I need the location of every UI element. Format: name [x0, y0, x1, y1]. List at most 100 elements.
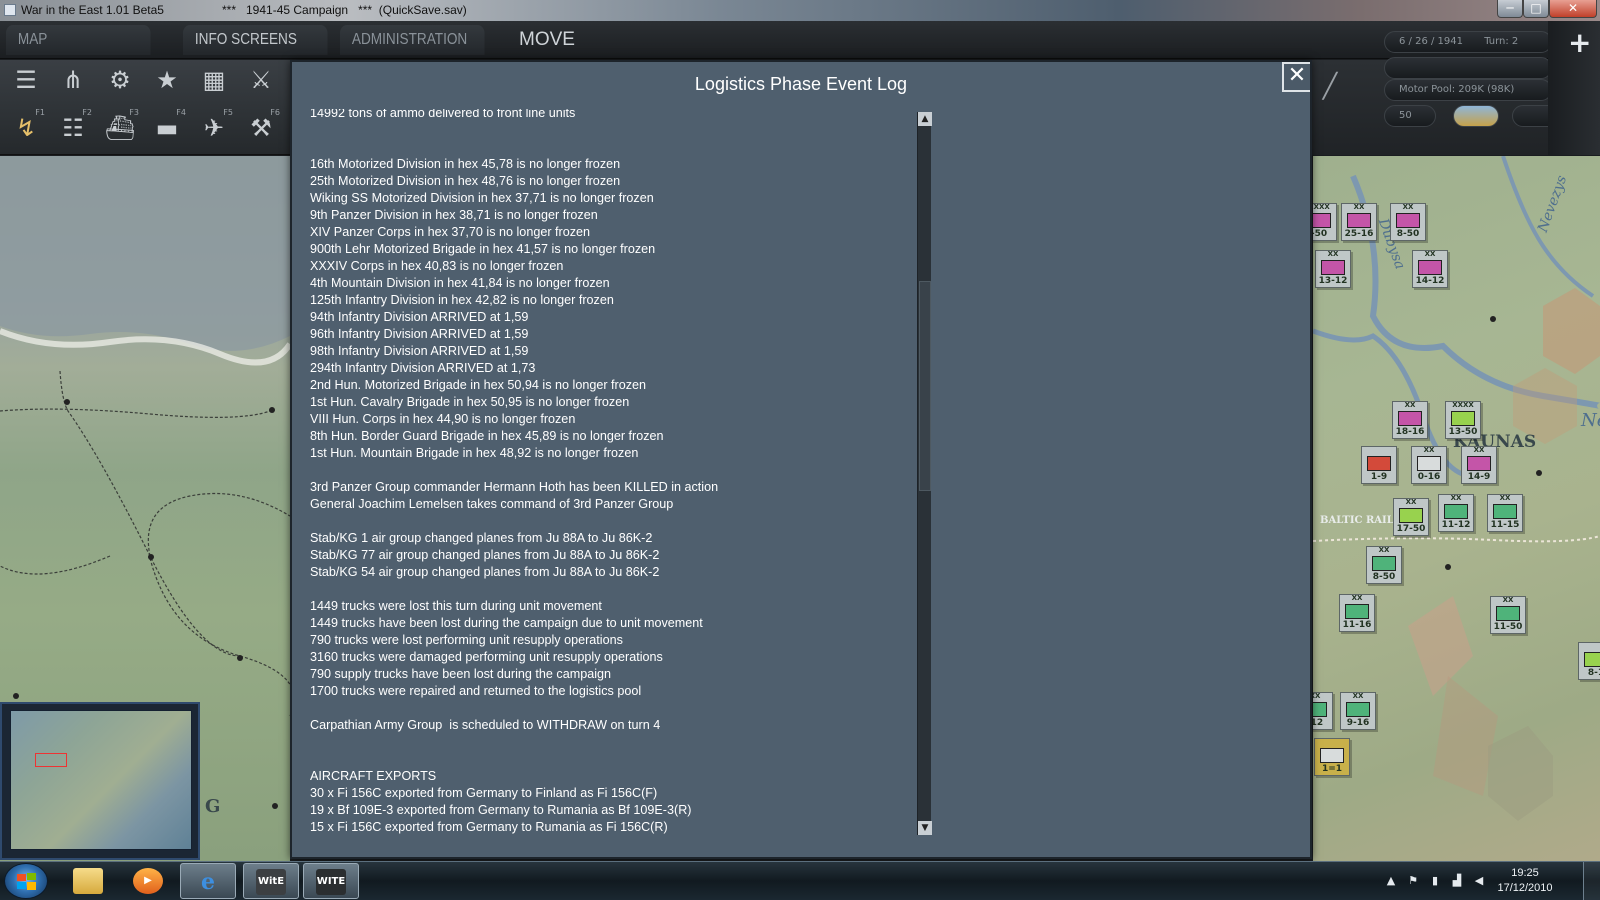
air-icon[interactable]: ▬ F4: [147, 108, 187, 146]
log-entry: 1449 trucks have been lost during the ca…: [310, 616, 703, 630]
game-label: WITE: [316, 869, 346, 895]
unit-echelon: XX: [1313, 692, 1321, 700]
unit-strength: 8-1: [1587, 668, 1600, 678]
tab-administration[interactable]: ADMINISTRATION: [340, 25, 485, 55]
rail-icon[interactable]: ☷ F2: [53, 108, 93, 146]
unit-echelon: XX: [1402, 203, 1414, 211]
unit-sliders-icon[interactable]: ⋔: [53, 62, 93, 98]
system-clock[interactable]: 19:25 17/12/2010: [1490, 866, 1560, 896]
log-blank-line: [310, 581, 900, 598]
zoom-in-icon[interactable]: +: [1568, 29, 1591, 57]
unit-counter[interactable]: 8-1: [1578, 642, 1600, 680]
log-entry: 4th Mountain Division in hex 41,84 is no…: [310, 276, 610, 290]
witw-launcher-icon[interactable]: WitE: [243, 863, 299, 899]
air-transport-icon[interactable]: ✈ F5: [194, 108, 234, 146]
zoom-bar[interactable]: +: [1548, 21, 1600, 155]
event-log-viewport[interactable]: 14992 tons of ammo delivered to front li…: [310, 109, 900, 844]
window-close-button[interactable]: ✕: [1549, 0, 1597, 18]
action-center-flag-icon[interactable]: ⚑: [1406, 875, 1420, 887]
infantry-icon: [1584, 652, 1600, 667]
value-readout: 50: [1384, 105, 1436, 127]
unit-counter[interactable]: XX 11-50: [1490, 596, 1526, 634]
log-entry: 3160 trucks were damaged performing unit…: [310, 650, 663, 664]
show-desktop-button[interactable]: [1583, 862, 1600, 900]
unit-counter[interactable]: XX 14-9: [1461, 446, 1497, 484]
combat-icon[interactable]: ⚔: [241, 62, 281, 98]
minimap-terrain: [10, 710, 192, 850]
unit-counter[interactable]: XX 11-15: [1487, 494, 1523, 532]
window-title-campaign: *** 1941-45 Campaign *** (QuickSave.sav): [222, 3, 467, 17]
network-icon[interactable]: ▟: [1450, 875, 1464, 887]
unit-counter[interactable]: XX 8-50: [1390, 203, 1426, 241]
dialog-close-button[interactable]: ✕: [1282, 62, 1310, 92]
unit-counter[interactable]: XX 9-16: [1340, 692, 1376, 730]
unit-counter[interactable]: XX 25-16: [1341, 203, 1377, 241]
unit-counter[interactable]: XX 17-50: [1393, 498, 1429, 536]
unit-counter[interactable]: XXXX -50: [1313, 203, 1337, 241]
minimize-button[interactable]: ─: [1497, 0, 1523, 18]
layers-icon[interactable]: ☰: [6, 62, 46, 98]
volume-icon[interactable]: ◀: [1472, 875, 1486, 887]
unit-echelon: XX: [1405, 498, 1417, 506]
unit-counter[interactable]: XX 11-16: [1339, 594, 1375, 632]
unit-counter[interactable]: 1=1: [1314, 738, 1350, 776]
anchor-icon: [1417, 456, 1441, 471]
taskbar: ▶ e WitE WITE ▲ ⚑ ▮ ▟ ◀ 19:25 17/12/2010: [0, 861, 1600, 900]
unit-echelon: XXXX: [1313, 203, 1330, 211]
map-right-area[interactable]: KAUNAS BALTIC RAIL Dubysa Nevezys Ner XX…: [1313, 156, 1600, 861]
unit-counter[interactable]: XX 18-16: [1392, 401, 1428, 439]
turn-readout: Turn: 2: [1484, 36, 1519, 47]
log-entry: 1449 trucks were lost this turn during u…: [310, 599, 602, 613]
unit-counter[interactable]: XXXX 13-50: [1445, 401, 1481, 439]
naval-icon[interactable]: ⛴ F3: [100, 108, 140, 146]
dialog-title: Logistics Phase Event Log: [694, 74, 908, 94]
unit-strength: 14-9: [1467, 472, 1491, 482]
scroll-up-button[interactable]: ▲: [918, 112, 932, 126]
log-entry: Carpathian Army Group is scheduled to WI…: [310, 718, 661, 732]
unit-echelon: XX: [1404, 401, 1416, 409]
log-blank-line: [310, 751, 900, 768]
internet-explorer-icon[interactable]: e: [180, 863, 236, 899]
unit-strength: 1=1: [1321, 764, 1343, 774]
unit-counter[interactable]: XX 14-12: [1412, 250, 1448, 288]
unit-counter[interactable]: 1-9: [1361, 446, 1397, 484]
unit-counter[interactable]: XX 13-12: [1315, 250, 1351, 288]
tab-info-screens[interactable]: INFO SCREENS: [183, 25, 328, 55]
unit-echelon: XX: [1351, 594, 1363, 602]
unit-echelon: XX: [1327, 250, 1339, 258]
scroll-down-button[interactable]: ▼: [918, 821, 932, 835]
media-player-icon[interactable]: ▶: [120, 863, 176, 899]
infantry-icon: [1346, 702, 1370, 717]
pencil-icon[interactable]: ╱: [1310, 68, 1350, 104]
show-hidden-icons-icon[interactable]: ▲: [1384, 875, 1398, 887]
maximize-button[interactable]: □: [1523, 0, 1549, 18]
unit-counter[interactable]: XX 0-16: [1411, 446, 1447, 484]
log-scrollbar[interactable]: ▲ ▼: [917, 112, 932, 835]
star-icon[interactable]: ★: [147, 62, 187, 98]
minimap[interactable]: [0, 702, 200, 860]
power-icon[interactable]: ▮: [1428, 875, 1442, 887]
unit-counter[interactable]: XX 11-12: [1438, 494, 1474, 532]
weather-icon[interactable]: ▦: [194, 62, 234, 98]
supply-icon[interactable]: ⚒ F6: [241, 108, 281, 146]
log-entry: VIII Hun. Corps in hex 44,90 is no longe…: [310, 412, 576, 426]
unit-counter[interactable]: XX -12: [1313, 692, 1333, 730]
gear-icon[interactable]: ⚙: [100, 62, 140, 98]
f1-key-label: F1: [35, 108, 45, 117]
minimap-viewport[interactable]: [35, 753, 67, 767]
scroll-thumb[interactable]: [919, 281, 931, 492]
log-entry: 3rd Panzer Group commander Hermann Hoth …: [310, 480, 719, 494]
witw-game-icon[interactable]: WITE: [303, 863, 359, 899]
unit-counter[interactable]: XX 8-50: [1366, 546, 1402, 584]
unit-echelon: XX: [1450, 494, 1462, 502]
f6-key-label: F6: [270, 108, 280, 117]
infantry-icon: [1372, 556, 1396, 571]
tab-map-information[interactable]: MAP INFORMATION: [6, 25, 151, 78]
unit-strength: 9-16: [1346, 718, 1370, 728]
log-entry: Stab/KG 77 air group changed planes from…: [310, 548, 660, 562]
log-entry: 900th Lehr Motorized Brigade in hex 41,5…: [310, 242, 656, 256]
infantry-icon: [1493, 504, 1517, 519]
file-explorer-icon[interactable]: [60, 863, 116, 899]
move-icon[interactable]: ↯ F1: [6, 108, 46, 146]
start-button[interactable]: [4, 863, 48, 899]
